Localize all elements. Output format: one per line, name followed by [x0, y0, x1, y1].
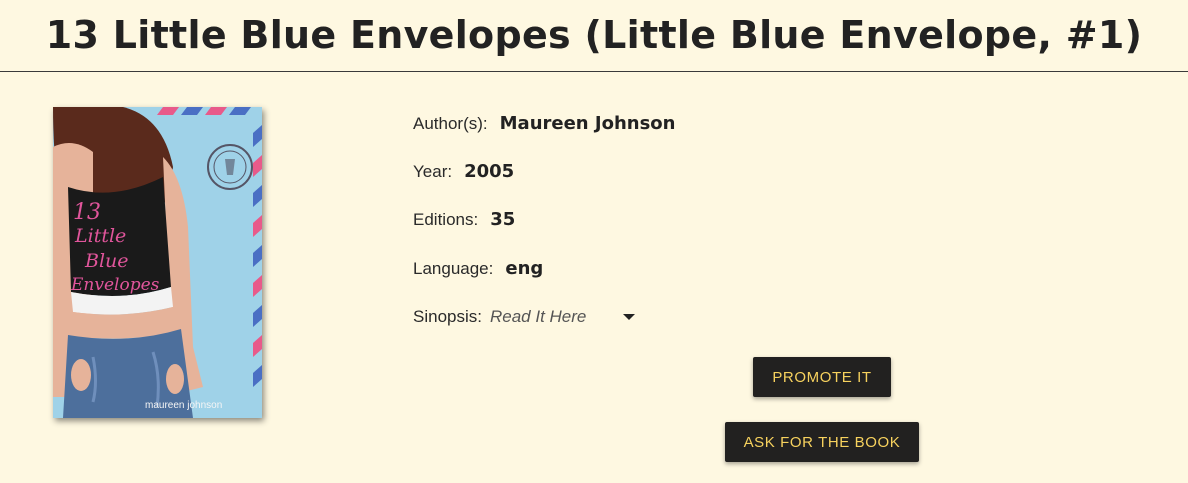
- promote-button[interactable]: PROMOTE IT: [753, 357, 891, 397]
- cover-title-line-3: Blue: [84, 250, 129, 272]
- language-row: Language: eng: [413, 254, 543, 284]
- cover-title-line-1: 13: [73, 200, 101, 225]
- synopsis-label: Sinopsis:: [413, 307, 482, 326]
- ask-for-book-button[interactable]: ASK FOR THE BOOK: [725, 422, 919, 462]
- book-title: 13 Little Blue Envelopes (Little Blue En…: [45, 13, 1143, 57]
- chevron-down-icon[interactable]: [623, 314, 635, 320]
- year-value: 2005: [464, 161, 515, 182]
- author-label: Author(s):: [413, 114, 488, 133]
- year-row: Year: 2005: [413, 157, 514, 187]
- cover-title-line-2: Little: [74, 225, 126, 247]
- page-header: 13 Little Blue Envelopes (Little Blue En…: [0, 0, 1188, 72]
- year-label: Year:: [413, 162, 453, 181]
- cover-title-line-4: Envelopes: [70, 275, 160, 295]
- synopsis-row: Sinopsis: Read It Here: [413, 302, 653, 332]
- cover-author: maureen johnson: [145, 400, 222, 411]
- author-value: Maureen Johnson: [499, 113, 676, 134]
- editions-label: Editions:: [413, 210, 479, 229]
- book-cover-image: 13 Little Blue Envelopes maureen johnson: [53, 107, 262, 418]
- synopsis-dropdown[interactable]: Read It Here: [490, 307, 586, 326]
- editions-row: Editions: 35: [413, 205, 515, 235]
- editions-value: 35: [490, 209, 516, 230]
- author-row: Author(s): Maureen Johnson: [413, 109, 675, 139]
- language-label: Language:: [413, 259, 494, 278]
- language-value: eng: [505, 258, 544, 279]
